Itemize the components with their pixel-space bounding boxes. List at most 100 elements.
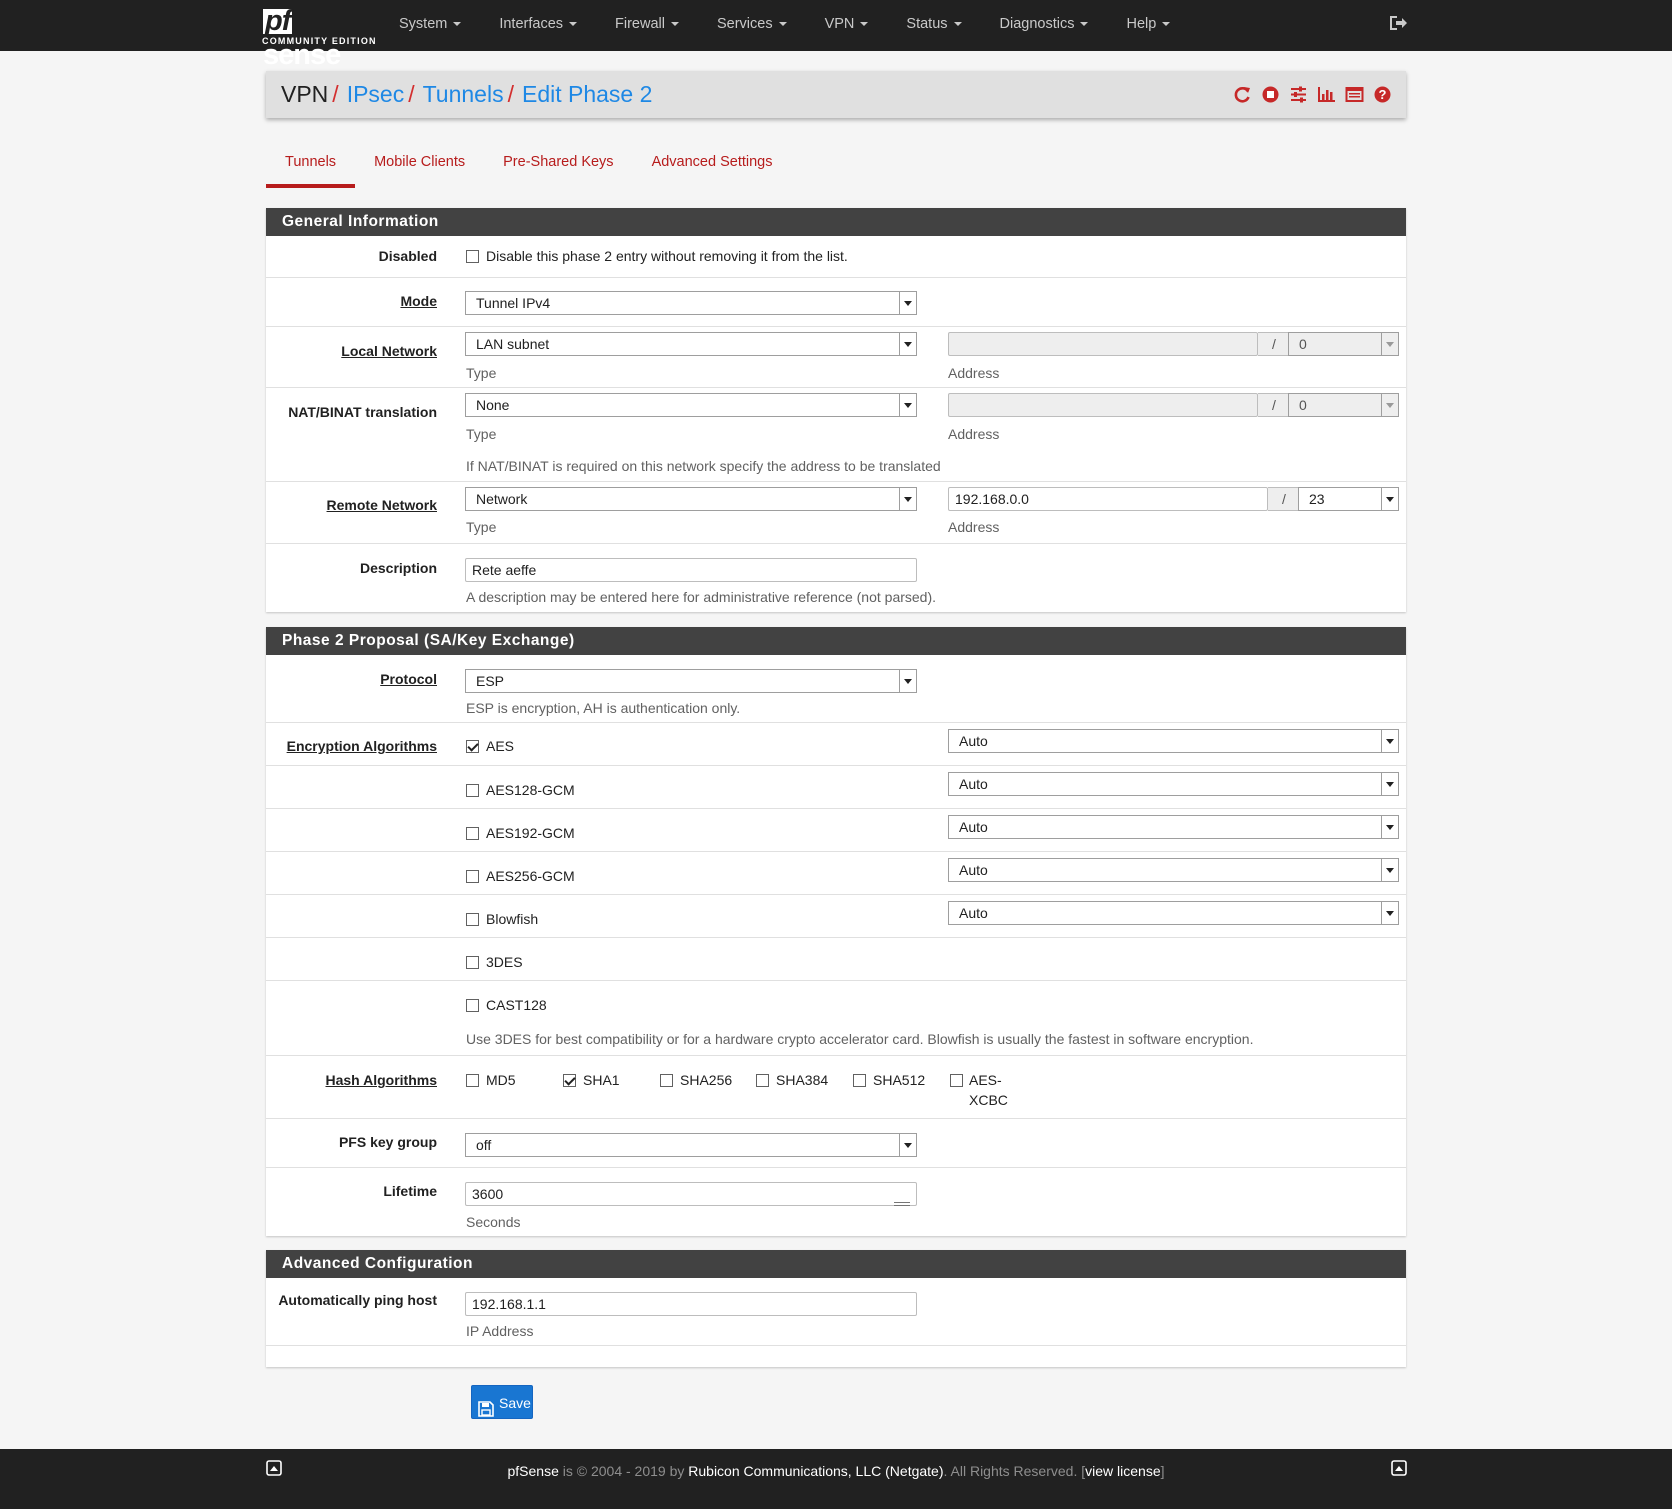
tab-mobile-clients[interactable]: Mobile Clients: [355, 148, 484, 188]
encryption-checkbox[interactable]: [466, 827, 479, 840]
spinner-icon[interactable]: [894, 1191, 910, 1206]
local-network-type-select[interactable]: LAN subnet: [465, 332, 917, 356]
scroll-top-icon[interactable]: [1391, 1460, 1407, 1476]
chevron-down-icon: [1386, 403, 1394, 408]
logout-icon[interactable]: [1388, 14, 1408, 32]
local-network-address-input[interactable]: [948, 332, 1258, 356]
nav-help[interactable]: Help: [1107, 0, 1189, 51]
encryption-keylen-select[interactable]: Auto: [948, 815, 1399, 839]
hash-checkbox[interactable]: [563, 1074, 576, 1087]
encryption-keylen-select[interactable]: Auto: [948, 729, 1399, 753]
general-information-panel: General Information Disabled Disable thi…: [266, 208, 1406, 612]
nav-system[interactable]: System: [380, 0, 480, 51]
tab-advanced-settings[interactable]: Advanced Settings: [633, 148, 792, 188]
field-label: Protocol: [380, 671, 437, 687]
encryption-checkbox[interactable]: [466, 740, 479, 753]
row-protocol: Protocol ESP ESP is encryption, AH is au…: [266, 655, 1406, 723]
nav-diagnostics[interactable]: Diagnostics: [981, 0, 1108, 51]
restart-service-icon[interactable]: [1233, 85, 1252, 104]
caret-down-icon: [1080, 22, 1089, 27]
panel-title: Phase 2 Proposal (SA/Key Exchange): [266, 627, 1406, 655]
field-hint: Seconds: [466, 1214, 521, 1230]
breadcrumb-separator: /: [507, 81, 514, 107]
stop-service-icon[interactable]: [1261, 85, 1280, 104]
lifetime-input[interactable]: 3600: [465, 1182, 917, 1206]
nav-interfaces[interactable]: Interfaces: [480, 0, 596, 51]
nat-address-input[interactable]: [948, 393, 1258, 417]
nav-services[interactable]: Services: [698, 0, 806, 51]
hash-checkbox[interactable]: [853, 1074, 866, 1087]
hash-name: SHA384: [776, 1072, 829, 1088]
view-license-link[interactable]: view license: [1085, 1463, 1160, 1479]
hash-name: SHA1: [583, 1072, 620, 1088]
hash-checkbox[interactable]: [466, 1074, 479, 1087]
hash-name: AES-: [969, 1072, 1002, 1088]
hash-name: MD5: [486, 1072, 516, 1088]
nat-mask-select[interactable]: 0: [1288, 393, 1399, 417]
field-hint: Type: [466, 426, 497, 442]
encryption-keylen-select[interactable]: Auto: [948, 772, 1399, 796]
field-label: Description: [359, 560, 437, 576]
encryption-checkbox[interactable]: [466, 999, 479, 1012]
disabled-text: Disable this phase 2 entry without remov…: [486, 248, 848, 264]
encryption-name: 3DES: [486, 954, 523, 970]
ping-host-input[interactable]: 192.168.1.1: [465, 1292, 917, 1316]
description-input[interactable]: Rete aeffe: [465, 558, 917, 582]
encryption-checkbox[interactable]: [466, 913, 479, 926]
footer-product[interactable]: pfSense: [508, 1463, 559, 1479]
hash-checkbox[interactable]: [660, 1074, 673, 1087]
protocol-select[interactable]: ESP: [465, 669, 917, 693]
encryption-keylen-select[interactable]: Auto: [948, 901, 1399, 925]
encryption-checkbox[interactable]: [466, 784, 479, 797]
field-hint: Address: [948, 519, 1000, 535]
encryption-checkbox[interactable]: [466, 870, 479, 883]
phase2-proposal-panel: Phase 2 Proposal (SA/Key Exchange) Proto…: [266, 627, 1406, 1236]
pfs-key-group-select[interactable]: off: [465, 1133, 917, 1157]
breadcrumb-edit-phase2[interactable]: Edit Phase 2: [522, 81, 652, 107]
remote-network-type-select[interactable]: Network: [465, 487, 917, 511]
breadcrumb-ipsec[interactable]: IPsec: [347, 81, 405, 107]
disabled-checkbox[interactable]: [466, 250, 479, 263]
ipsec-tabs: Tunnels Mobile Clients Pre-Shared Keys A…: [266, 148, 791, 188]
save-button[interactable]: Save: [471, 1385, 533, 1419]
caret-down-icon: [860, 22, 869, 27]
help-icon[interactable]: ?: [1373, 85, 1392, 104]
hash-name: SHA256: [680, 1072, 733, 1088]
field-label: Hash Algorithms: [325, 1072, 438, 1088]
mode-select[interactable]: Tunnel IPv4: [465, 291, 917, 315]
tab-tunnels[interactable]: Tunnels: [266, 148, 356, 188]
nav-status[interactable]: Status: [887, 0, 980, 51]
copyright-text: pfSense is © 2004 - 2019 by Rubicon Comm…: [507, 1463, 1165, 1479]
row-disabled: Disabled Disable this phase 2 entry with…: [266, 236, 1406, 278]
row-encryption-cast128: CAST128 Use 3DES for best compatibility …: [266, 981, 1406, 1056]
log-list-icon[interactable]: [1345, 85, 1364, 104]
floppy-disk-icon: [478, 1395, 494, 1417]
encryption-checkbox[interactable]: [466, 956, 479, 969]
chevron-down-icon: [904, 403, 912, 408]
nat-type-select[interactable]: None: [465, 393, 917, 417]
footer-company-link[interactable]: Rubicon Communications, LLC (Netgate): [688, 1463, 943, 1479]
field-label: Remote Network: [326, 497, 437, 513]
panel-title: General Information: [266, 208, 1406, 236]
hash-checkbox[interactable]: [950, 1074, 963, 1087]
remote-network-address-input[interactable]: 192.168.0.0: [948, 487, 1268, 511]
top-navbar: pfsense COMMUNITY EDITION System Interfa…: [0, 0, 1672, 72]
nav-firewall[interactable]: Firewall: [596, 0, 698, 51]
field-label: Disabled: [378, 248, 437, 264]
remote-network-mask-select[interactable]: 23: [1298, 487, 1399, 511]
hash-name: SHA512: [873, 1072, 926, 1088]
pfsense-logo[interactable]: pfsense COMMUNITY EDITION: [261, 4, 376, 72]
breadcrumb-tunnels[interactable]: Tunnels: [423, 81, 504, 107]
field-label: Mode: [400, 293, 437, 309]
nav-vpn[interactable]: VPN: [806, 0, 888, 51]
status-chart-icon[interactable]: [1317, 85, 1336, 104]
encryption-keylen-select[interactable]: Auto: [948, 858, 1399, 882]
hash-checkbox[interactable]: [756, 1074, 769, 1087]
row-lifetime: Lifetime 3600 Seconds: [266, 1168, 1406, 1236]
field-label: Local Network: [341, 343, 437, 359]
chevron-down-icon: [904, 679, 912, 684]
local-network-mask-select[interactable]: 0: [1288, 332, 1399, 356]
row-ping-host: Automatically ping host 192.168.1.1 IP A…: [266, 1278, 1406, 1346]
tab-pre-shared-keys[interactable]: Pre-Shared Keys: [484, 148, 632, 188]
settings-sliders-icon[interactable]: [1289, 85, 1308, 104]
